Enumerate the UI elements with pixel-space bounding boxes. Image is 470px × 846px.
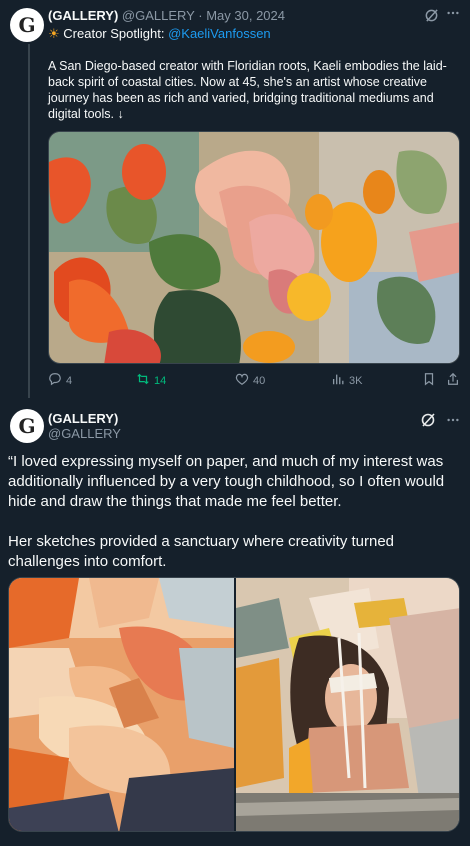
more-icon[interactable]: [446, 6, 460, 23]
views-count: 3K: [349, 374, 363, 387]
share-icon: [446, 372, 460, 389]
grok-icon[interactable]: [420, 412, 436, 431]
bookmark-icon: [422, 372, 436, 389]
creator-spotlight: ☀ Creator Spotlight: @KaeliVanfossen: [48, 26, 271, 42]
thread-line: [28, 44, 30, 398]
avatar[interactable]: G: [10, 409, 44, 443]
tweet-date[interactable]: May 30, 2024: [206, 8, 285, 23]
reply-button[interactable]: 4: [48, 372, 72, 389]
repost-count: 14: [154, 374, 167, 387]
tweet-media-gallery: [8, 577, 460, 832]
sun-icon: ☀: [48, 26, 60, 41]
tweet-image-hands-painting[interactable]: [9, 578, 234, 832]
avatar-letter: G: [18, 13, 36, 37]
tweet-image-portrait-painting[interactable]: [236, 578, 460, 832]
tweet-paragraph: “I loved expressing myself on paper, and…: [8, 453, 445, 510]
tweet-paragraph: Her sketches provided a sanctuary where …: [8, 533, 395, 570]
like-count: 40: [253, 374, 266, 387]
avatar-letter: G: [18, 414, 36, 438]
like-icon: [235, 372, 249, 389]
avatar[interactable]: G: [10, 8, 44, 42]
author-name[interactable]: (GALLERY): [48, 8, 118, 23]
reply-icon: [48, 372, 62, 389]
author-name[interactable]: (GALLERY): [48, 411, 118, 426]
author-handle[interactable]: @GALLERY: [48, 426, 121, 441]
separator: ·: [198, 8, 203, 23]
tweet-header: (GALLERY) @GALLERY · May 30, 2024: [48, 8, 285, 24]
spotlight-label: Creator Spotlight:: [63, 26, 165, 41]
tweet-actions: 4 14 40 3K: [48, 372, 462, 392]
share-button[interactable]: [446, 372, 460, 389]
tweet-text: A San Diego-based creator with Floridian…: [48, 59, 447, 121]
reply-count: 4: [66, 374, 73, 387]
gallery-divider: [234, 578, 236, 831]
like-button[interactable]: 40: [235, 372, 265, 389]
repost-button[interactable]: 14: [136, 372, 166, 389]
bookmark-button[interactable]: [422, 372, 436, 389]
grok-icon[interactable]: [424, 8, 439, 26]
tweet-text: “I loved expressing myself on paper, and…: [8, 452, 464, 572]
mention-link[interactable]: @KaeliVanfossen: [168, 26, 271, 41]
views-button[interactable]: 3K: [331, 372, 362, 389]
tweet-image-floral-painting[interactable]: [48, 131, 460, 364]
author-handle[interactable]: @GALLERY: [122, 8, 195, 23]
repost-icon: [136, 372, 150, 389]
views-icon: [331, 372, 345, 389]
more-icon[interactable]: [446, 413, 460, 430]
